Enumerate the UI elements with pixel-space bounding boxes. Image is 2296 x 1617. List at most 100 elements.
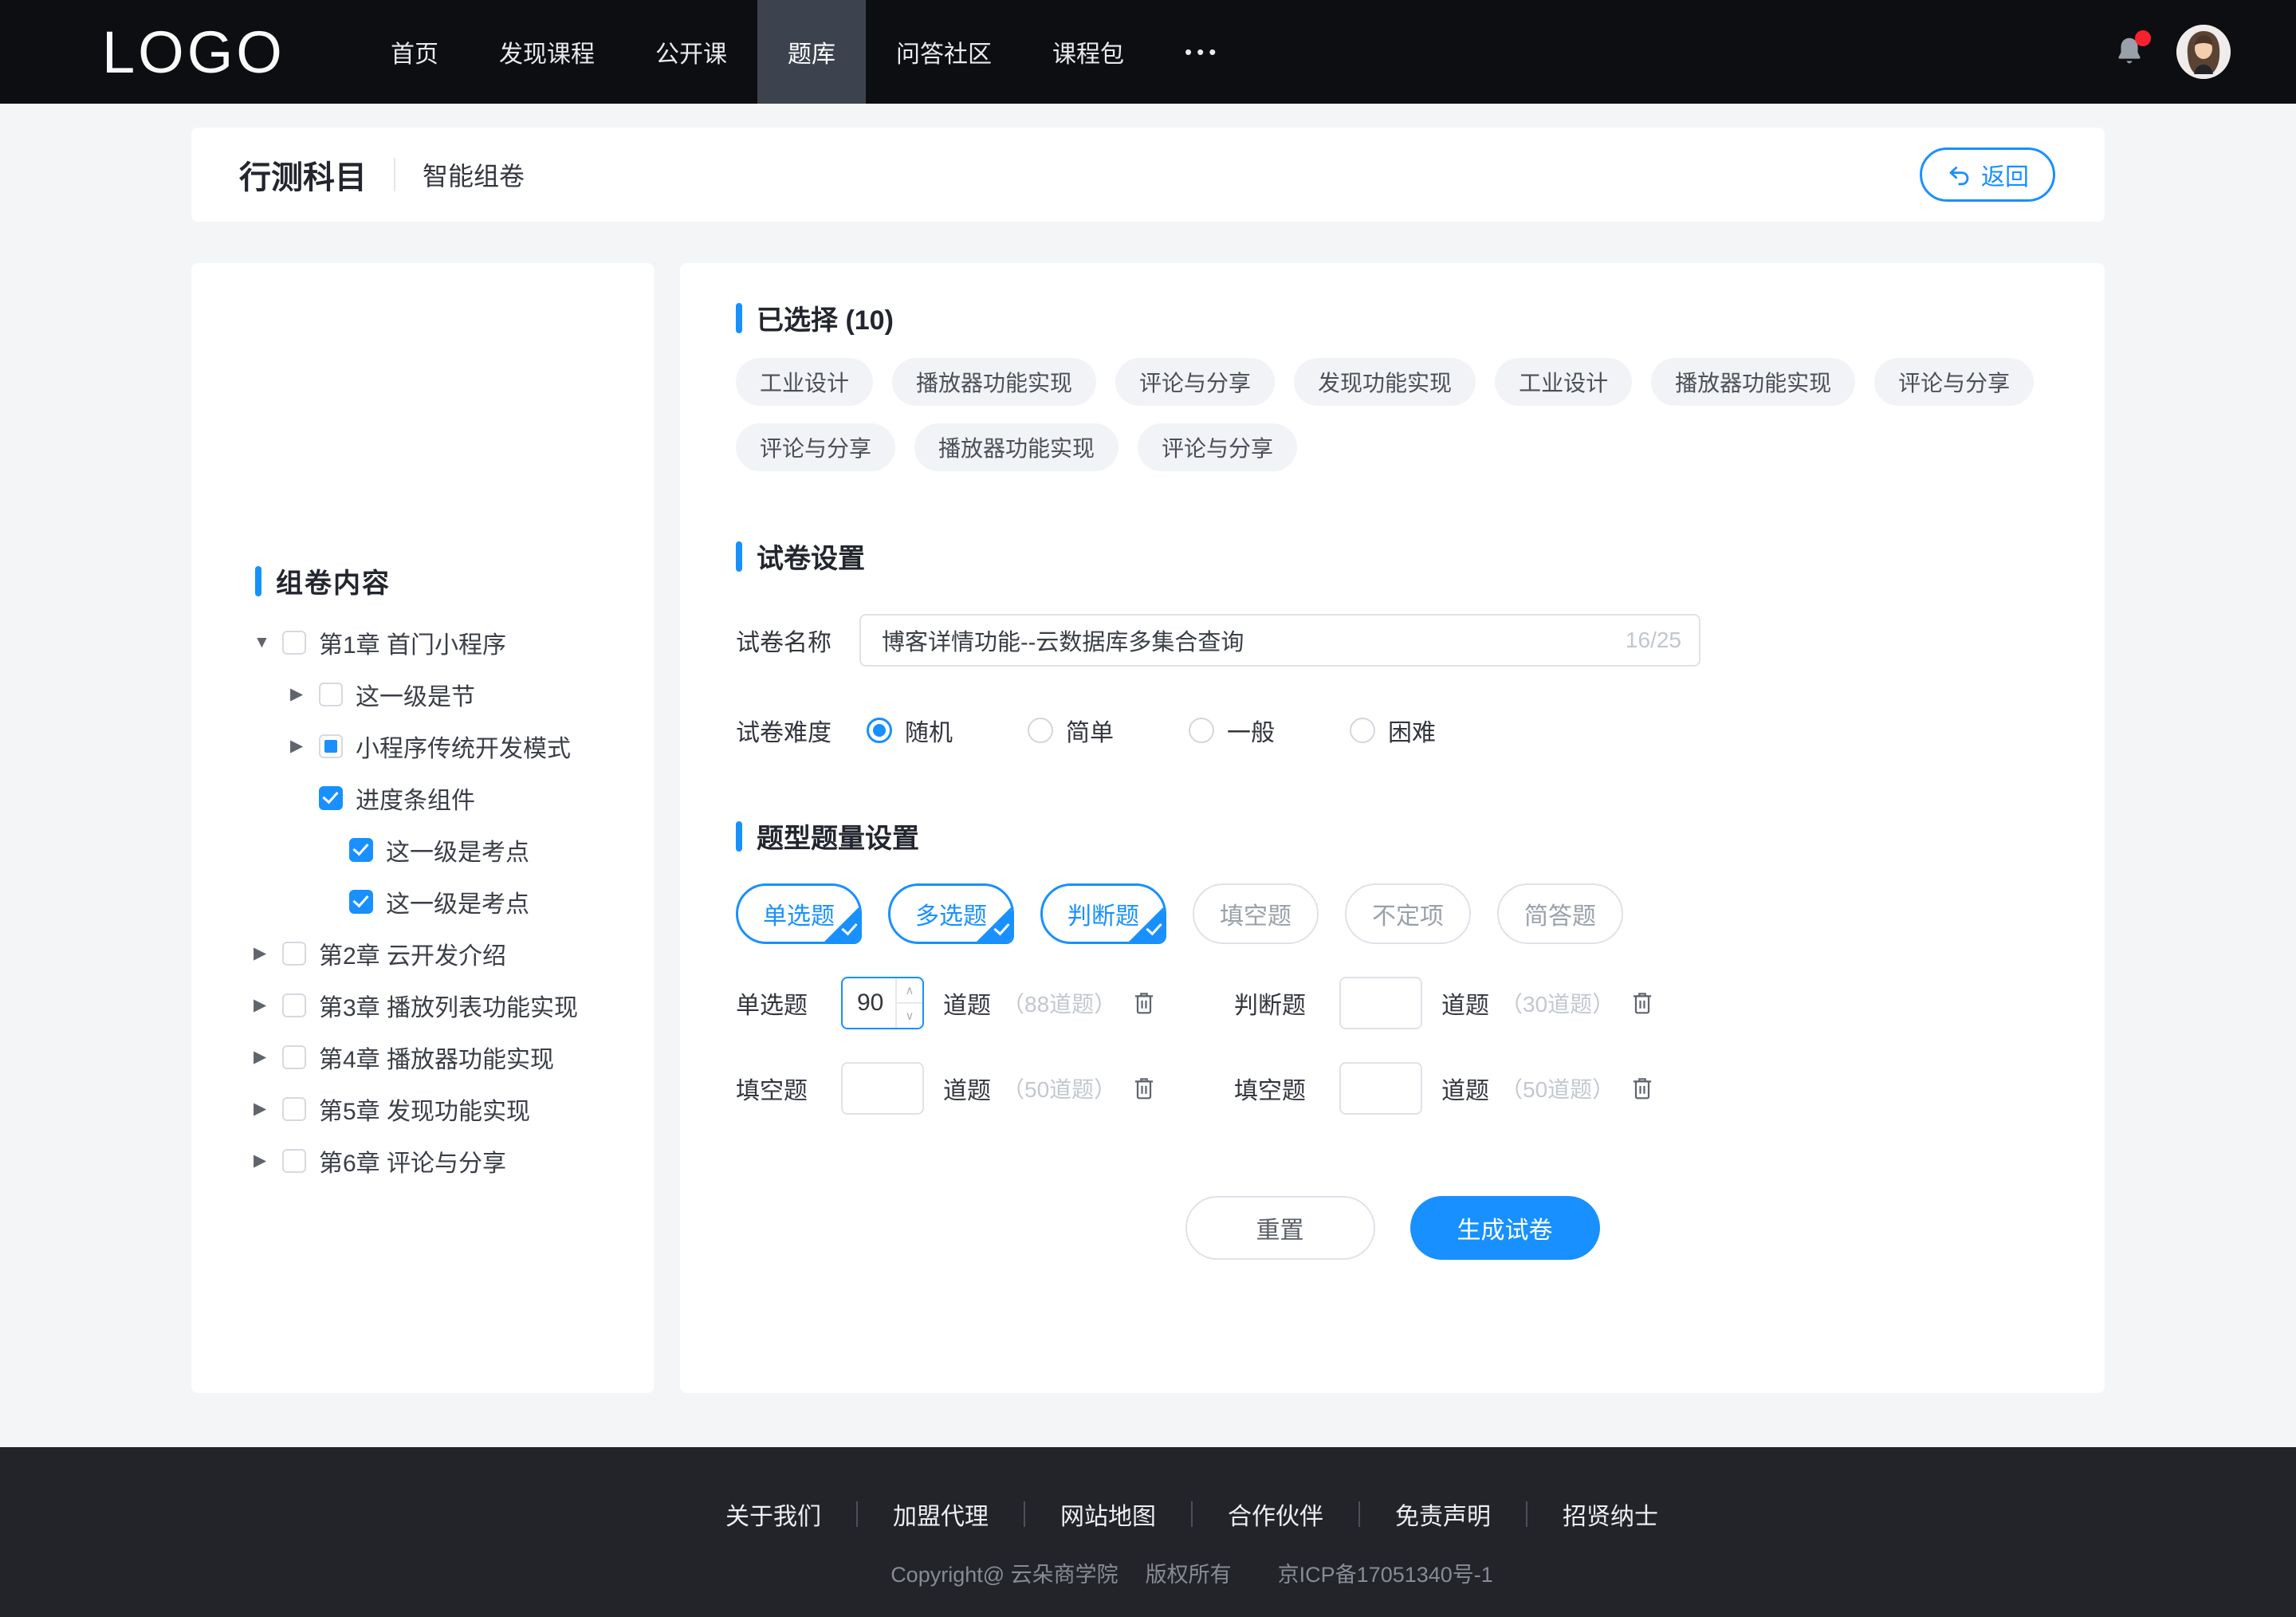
quantity-stepper: ∧ ∨	[841, 977, 924, 1029]
selected-tag[interactable]: 工业设计	[736, 358, 874, 406]
quantity-input[interactable]	[1341, 1064, 1421, 1113]
arrow-right-icon[interactable]: ▶	[254, 1047, 273, 1067]
quantity-input[interactable]	[843, 1064, 922, 1113]
nav-item-question-bank[interactable]: 题库	[757, 0, 866, 104]
trash-icon[interactable]	[1132, 1076, 1156, 1101]
footer-link-partners[interactable]: 合作伙伴	[1228, 1497, 1323, 1532]
back-button[interactable]: 返回	[1920, 148, 2055, 202]
section-accent-bar	[736, 820, 742, 852]
quantity-input[interactable]	[1341, 978, 1421, 1028]
tree-checkbox-checked[interactable]	[349, 837, 373, 862]
tree-label: 这一级是节	[356, 683, 475, 710]
footer-link-agency[interactable]: 加盟代理	[893, 1497, 989, 1532]
tree-row[interactable]: ▶ 第3章 播放列表功能实现	[191, 979, 654, 1031]
tree-row[interactable]: ▶ 这一级是节	[191, 668, 654, 720]
radio-option-normal[interactable]: 一般	[1189, 713, 1275, 748]
arrow-right-icon[interactable]: ▶	[254, 943, 273, 963]
generate-paper-button[interactable]: 生成试卷	[1409, 1196, 1600, 1260]
paper-name-row: 试卷名称 16/25	[736, 614, 2049, 667]
logo: LOGO	[102, 18, 285, 85]
selected-tag[interactable]: 播放器功能实现	[892, 358, 1097, 406]
radio-option-easy[interactable]: 简单	[1028, 713, 1114, 748]
nav-menu: 首页 发现课程 公开课 题库 问答社区 课程包 •••	[360, 0, 1251, 104]
chip-indefinite[interactable]: 不定项	[1345, 883, 1471, 944]
tree-checkbox[interactable]	[319, 682, 343, 706]
arrow-right-icon[interactable]: ▶	[254, 1151, 273, 1170]
footer-link-careers[interactable]: 招贤纳士	[1563, 1497, 1658, 1532]
tree-checkbox[interactable]	[282, 1096, 306, 1121]
arrow-right-icon[interactable]: ▶	[254, 995, 273, 1015]
chip-single-choice[interactable]: 单选题	[736, 883, 862, 944]
tree-row[interactable]: 这一级是考点	[191, 875, 654, 927]
copyright: Copyright@ 云朵商学院 版权所有 京ICP备17051340号-1	[890, 1563, 1493, 1587]
tree-label: 第2章 云开发介绍	[319, 942, 507, 970]
tree-label: 进度条组件	[356, 787, 475, 814]
footer-links: 关于我们 加盟代理 网站地图 合作伙伴 免责声明 招贤纳士	[725, 1497, 1658, 1532]
nav-item-course-package[interactable]: 课程包	[1022, 0, 1154, 104]
tree-row[interactable]: ▼ 第1章 首门小程序	[191, 616, 654, 668]
corner-check-icon	[1146, 919, 1162, 936]
selected-tag[interactable]: 评论与分享	[1874, 358, 2035, 406]
selected-tag[interactable]: 播放器功能实现	[914, 423, 1119, 471]
arrow-right-icon[interactable]: ▶	[254, 1099, 273, 1119]
tree-label: 小程序传统开发模式	[356, 735, 571, 762]
arrow-right-icon[interactable]: ▶	[290, 684, 309, 704]
tree-row[interactable]: ▶ 第2章 云开发介绍	[191, 927, 654, 979]
selected-tag[interactable]: 工业设计	[1495, 358, 1633, 406]
nav-item-qa-community[interactable]: 问答社区	[866, 0, 1022, 104]
footer-link-sitemap[interactable]: 网站地图	[1060, 1497, 1156, 1532]
tree-checkbox-indeterminate[interactable]	[319, 734, 343, 758]
user-avatar[interactable]	[2176, 25, 2231, 79]
chip-multi-choice[interactable]: 多选题	[888, 883, 1014, 944]
radio-option-random[interactable]: 随机	[867, 713, 953, 748]
radio-option-hard[interactable]: 困难	[1350, 713, 1436, 748]
chip-fill-blank[interactable]: 填空题	[1193, 883, 1319, 944]
paper-name-label: 试卷名称	[736, 630, 832, 656]
nav-item-more[interactable]: •••	[1154, 0, 1251, 104]
chip-true-false[interactable]: 判断题	[1040, 883, 1166, 944]
arrow-down-icon[interactable]: ▼	[254, 633, 273, 652]
selected-tag[interactable]: 发现功能实现	[1294, 358, 1476, 406]
stepper-up-icon[interactable]: ∧	[897, 978, 922, 1004]
trash-icon[interactable]	[1630, 990, 1654, 1016]
selected-tag[interactable]: 评论与分享	[1115, 358, 1276, 406]
tree-checkbox-checked[interactable]	[349, 889, 373, 914]
tree-checkbox-checked[interactable]	[319, 785, 343, 810]
trash-icon[interactable]	[1132, 990, 1156, 1016]
chip-short-answer[interactable]: 简答题	[1497, 883, 1623, 944]
nav-item-home[interactable]: 首页	[360, 0, 469, 104]
tree-checkbox[interactable]	[282, 630, 306, 655]
nav-item-open-courses[interactable]: 公开课	[625, 0, 757, 104]
tree-row[interactable]: ▶ 第4章 播放器功能实现	[191, 1031, 654, 1083]
tree-label: 第5章 发现功能实现	[319, 1098, 531, 1125]
arrow-right-icon[interactable]: ▶	[290, 736, 309, 756]
tree-checkbox[interactable]	[282, 993, 306, 1017]
page-header-card: 行测科目 智能组卷 返回	[191, 128, 2105, 222]
section-accent-bar	[736, 302, 742, 333]
selected-tag[interactable]: 评论与分享	[736, 423, 896, 471]
paper-name-input[interactable]	[859, 614, 1700, 667]
radio-icon	[1028, 718, 1053, 743]
tree-checkbox[interactable]	[282, 941, 306, 966]
reset-button[interactable]: 重置	[1185, 1196, 1375, 1260]
tree-checkbox[interactable]	[282, 1148, 306, 1173]
tree-row[interactable]: 进度条组件	[191, 772, 654, 824]
selected-tag[interactable]: 评论与分享	[1138, 423, 1298, 471]
footer-link-about[interactable]: 关于我们	[725, 1497, 821, 1532]
tree-row[interactable]: ▶ 第5章 发现功能实现	[191, 1083, 654, 1135]
tree-row[interactable]: 这一级是考点	[191, 824, 654, 875]
nav-item-discover-courses[interactable]: 发现课程	[469, 0, 625, 104]
difficulty-row: 试卷难度 随机 简单 一般 困难	[736, 706, 2049, 754]
selected-tag[interactable]: 播放器功能实现	[1651, 358, 1856, 406]
tree-checkbox[interactable]	[282, 1045, 306, 1069]
selected-section-title: 已选择 (10)	[736, 298, 2049, 337]
stepper-down-icon[interactable]: ∨	[897, 1004, 922, 1028]
char-counter: 16/25	[1625, 628, 1681, 652]
bell-icon[interactable]	[2111, 30, 2151, 70]
quantity-input[interactable]	[843, 978, 895, 1028]
tree-row[interactable]: ▶ 第6章 评论与分享	[191, 1135, 654, 1186]
footer-link-disclaimer[interactable]: 免责声明	[1395, 1497, 1491, 1532]
trash-icon[interactable]	[1630, 1076, 1654, 1101]
title-divider	[394, 158, 395, 191]
tree-row[interactable]: ▶ 小程序传统开发模式	[191, 720, 654, 772]
